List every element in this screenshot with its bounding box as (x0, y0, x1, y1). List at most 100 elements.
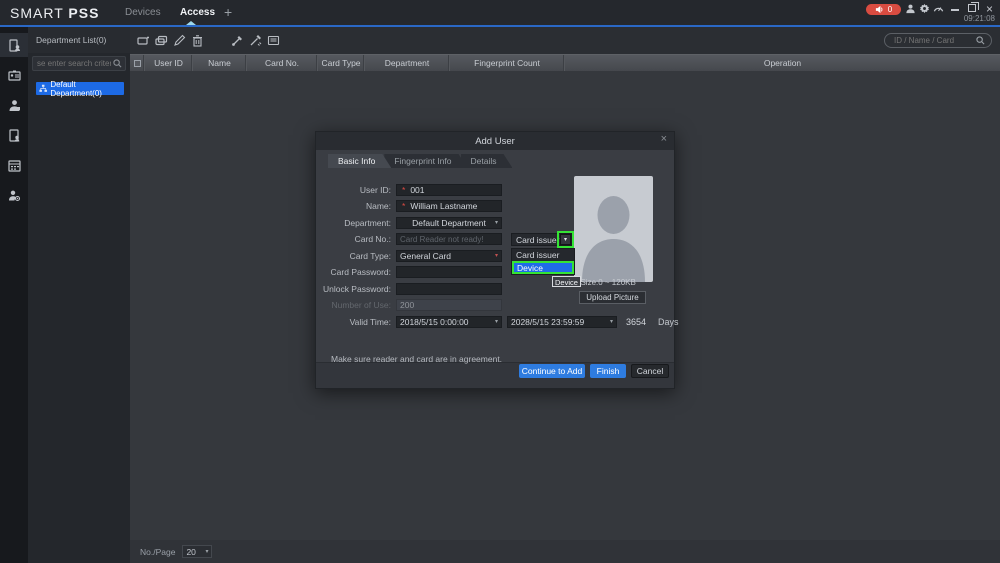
name-label: Name: (316, 201, 396, 211)
user-photo-placeholder[interactable] (574, 176, 653, 282)
user-search-input[interactable] (885, 36, 976, 45)
card-type-select[interactable]: General Card▾ (396, 250, 502, 262)
access-door-icon (8, 129, 21, 142)
card-issuer-dropdown-button[interactable]: ▾ (560, 234, 571, 245)
card-password-field[interactable] (396, 266, 502, 278)
valid-time-start-picker[interactable]: 2018/5/15 0:00:00 ▾ (396, 316, 502, 328)
col-card-no[interactable]: Card No. (247, 55, 318, 71)
valid-days-value: 3654 (626, 317, 646, 327)
card-issuer-select[interactable]: Card issuer ▾ (511, 233, 572, 246)
dialog-buttons: Continue to Add Finish Cancel (519, 364, 669, 378)
edit-icon[interactable] (173, 34, 186, 47)
add-card-icon[interactable] (137, 34, 150, 47)
department-search-input[interactable] (33, 59, 113, 68)
sidebar-item-schedule[interactable] (0, 153, 28, 177)
restore-icon[interactable] (968, 4, 976, 12)
export-icon[interactable] (267, 34, 280, 47)
valid-time-end-picker[interactable]: 2028/5/15 23:59:59▾ (507, 316, 617, 328)
minimize-icon[interactable] (951, 9, 959, 11)
batch-add-icon[interactable] (155, 34, 168, 47)
cancel-button[interactable]: Cancel (631, 364, 669, 378)
add-user-dialog: Add User × Basic Info Fingerprint Info D… (315, 131, 675, 389)
option-card-issuer[interactable]: Card issuer (512, 249, 574, 261)
finish-button[interactable]: Finish (590, 364, 626, 378)
option-device[interactable]: Device (512, 261, 574, 274)
department-search[interactable] (32, 56, 126, 71)
user-id-field[interactable]: * 001 (396, 184, 502, 196)
accent-divider (0, 25, 1000, 27)
dialog-close-icon[interactable]: × (661, 133, 667, 145)
upload-picture-button[interactable]: Upload Picture (579, 291, 646, 304)
tab-details[interactable]: Details (461, 154, 513, 168)
fingerprint-collect-icon[interactable] (249, 34, 262, 47)
dashboard-gauge-icon[interactable] (933, 3, 944, 14)
user-toolbar (130, 27, 1000, 54)
name-value: William Lastname (410, 201, 477, 211)
chevron-down-icon: ▾ (205, 549, 208, 555)
card-password-input[interactable] (400, 268, 498, 277)
dialog-title-bar[interactable]: Add User × (316, 132, 674, 150)
notification-count: 0 (888, 5, 892, 14)
department-select[interactable]: Default Department▾ (396, 217, 502, 229)
card-no-input[interactable] (400, 235, 498, 244)
sidebar-item-person[interactable] (0, 93, 28, 117)
org-tree-icon (39, 84, 47, 93)
col-user-id[interactable]: User ID (145, 55, 193, 71)
chevron-down-icon: ▾ (495, 318, 498, 325)
tree-item-default-department[interactable]: Default Department(0) (36, 82, 124, 95)
module-rail (0, 27, 28, 563)
search-icon (113, 59, 122, 68)
user-search[interactable] (884, 33, 992, 48)
user-settings-icon (8, 189, 21, 202)
department-label: Department: (316, 218, 396, 228)
chevron-down-icon: ▾ (564, 237, 567, 243)
new-tab-button[interactable]: + (224, 4, 232, 20)
user-id-value: 001 (410, 185, 424, 195)
col-name[interactable]: Name (193, 55, 247, 71)
unlock-password-field[interactable] (396, 283, 502, 295)
continue-to-add-button[interactable]: Continue to Add (519, 364, 585, 378)
alarm-notification-badge[interactable]: 0 (866, 4, 901, 15)
account-icon[interactable] (905, 3, 916, 14)
col-department[interactable]: Department (365, 55, 450, 71)
tab-fingerprint-info[interactable]: Fingerprint Info (384, 154, 467, 168)
col-card-type[interactable]: Card Type (318, 55, 365, 71)
valid-time-start-value: 2018/5/15 0:00:00 (400, 317, 469, 327)
tab-basic-info[interactable]: Basic Info (328, 154, 391, 168)
sidebar-item-access-log[interactable] (0, 123, 28, 147)
department-value: Default Department (412, 218, 486, 228)
required-mark: * (402, 201, 405, 211)
tab-devices[interactable]: Devices (125, 7, 161, 18)
tab-access[interactable]: Access (180, 7, 215, 18)
number-of-use-field: 200 (396, 299, 502, 311)
dialog-title: Add User (475, 136, 515, 147)
pagination-bar: No./Page 20 ▾ (130, 540, 1000, 563)
system-clock: 09:21:08 (964, 14, 995, 23)
speaker-icon (875, 5, 884, 14)
sidebar-item-console[interactable] (0, 33, 28, 57)
dialog-tabs: Basic Info Fingerprint Info Details (316, 154, 674, 168)
checkbox-icon[interactable] (134, 60, 141, 67)
required-mark: * (402, 185, 405, 195)
select-all-checkbox-cell[interactable] (130, 55, 145, 71)
card-issuer-value: Card issuer (512, 235, 560, 245)
valid-time-label: Valid Time: (316, 317, 396, 327)
col-fingerprint-count[interactable]: Fingerprint Count (450, 55, 565, 71)
id-card-icon (8, 69, 21, 82)
col-operation[interactable]: Operation (565, 55, 1000, 71)
card-password-label: Card Password: (316, 267, 396, 277)
settings-gear-icon[interactable] (919, 3, 930, 14)
card-type-value: General Card (400, 251, 451, 261)
device-tooltip: Device (552, 276, 581, 287)
unlock-password-input[interactable] (400, 284, 498, 293)
sidebar-item-user[interactable] (0, 63, 28, 87)
page-size-select[interactable]: 20 ▾ (182, 545, 212, 558)
name-field[interactable]: * William Lastname (396, 200, 502, 212)
delete-icon[interactable] (191, 34, 204, 47)
console-icon (8, 39, 21, 52)
card-issue-icon[interactable] (231, 34, 244, 47)
page-size-label: No./Page (140, 547, 175, 557)
card-no-field[interactable] (396, 233, 502, 245)
title-bar: SMART PSS Devices Access + 0 × 09:21:08 (0, 0, 1000, 25)
sidebar-item-user-settings[interactable] (0, 183, 28, 207)
